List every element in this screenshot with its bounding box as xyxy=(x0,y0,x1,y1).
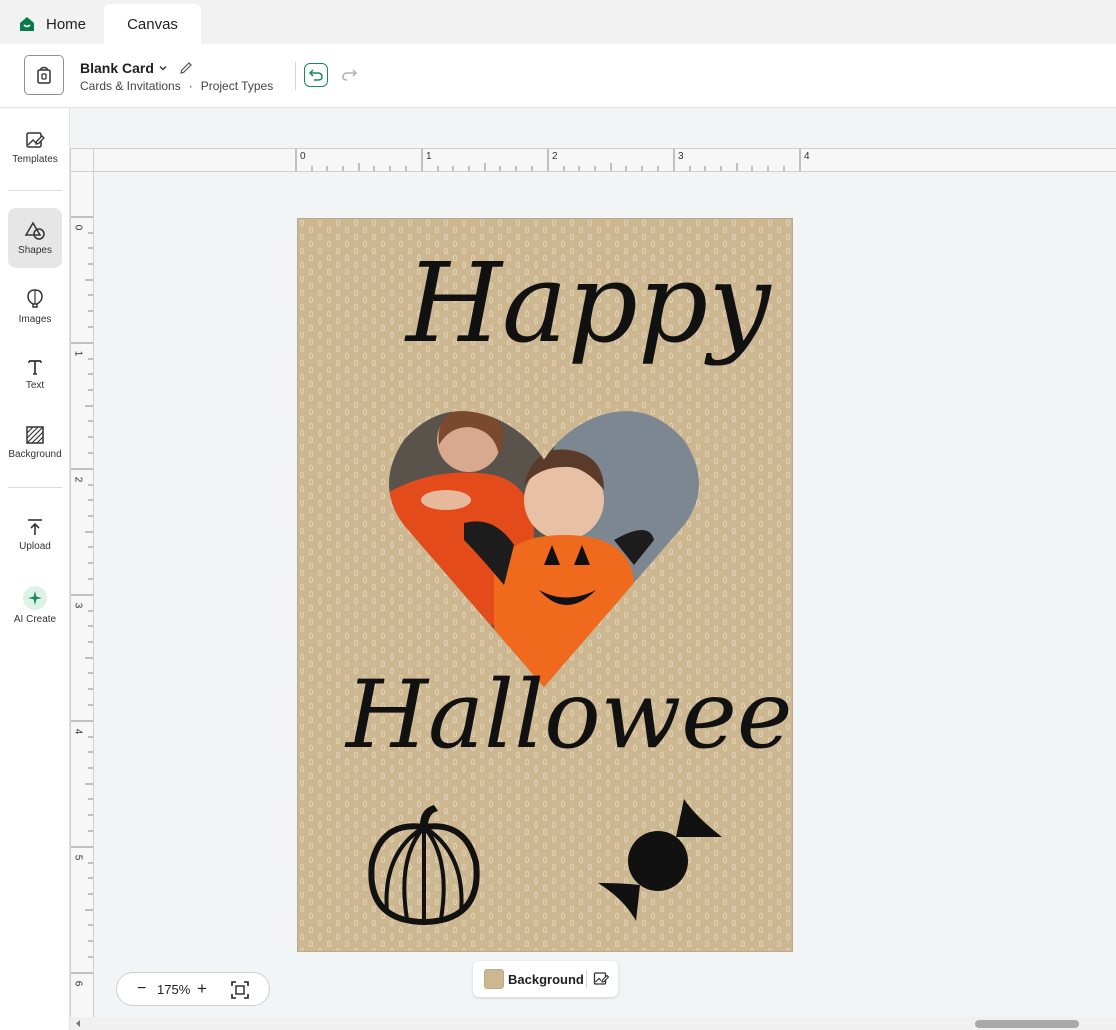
project-bag-icon xyxy=(37,66,51,84)
breadcrumb-separator: · xyxy=(188,79,193,93)
ruler-left-label: 0 xyxy=(72,224,84,231)
tab-canvas-label: Canvas xyxy=(127,15,178,33)
scroll-left-icon[interactable] xyxy=(74,1019,82,1028)
tab-home-label: Home xyxy=(46,15,87,33)
redo-icon xyxy=(342,69,358,81)
undo-button[interactable] xyxy=(304,63,328,87)
sidebar-item-templates[interactable]: Templates xyxy=(8,117,62,177)
card-text-happy[interactable]: Happy xyxy=(406,239,770,367)
heart-photo-frame[interactable] xyxy=(384,405,704,689)
ruler-left-label: 1 xyxy=(72,350,84,357)
ruler-horizontal-ticks xyxy=(295,149,801,171)
edit-background-icon[interactable] xyxy=(593,971,609,987)
fit-to-screen-icon[interactable] xyxy=(230,980,250,1000)
chevron-down-icon[interactable] xyxy=(158,63,168,73)
sidebar-item-images[interactable]: Images xyxy=(8,276,62,336)
background-swatch xyxy=(484,969,504,989)
project-menu-button[interactable] xyxy=(24,55,64,95)
breadcrumb-category[interactable]: Cards & Invitations xyxy=(80,79,181,93)
background-icon xyxy=(26,425,44,444)
sidebar-item-shapes[interactable]: Shapes xyxy=(8,208,62,268)
candy-graphic[interactable] xyxy=(596,797,726,923)
project-header: Blank Card Cards & Invitations · Project… xyxy=(0,44,1116,108)
tab-home[interactable]: Home xyxy=(18,4,86,44)
ruler-top-label: 2 xyxy=(552,151,558,162)
sidebar-item-background[interactable]: Background xyxy=(8,412,62,472)
images-icon xyxy=(27,288,43,308)
sidebar-item-label: Templates xyxy=(12,153,58,165)
horizontal-scrollbar[interactable] xyxy=(70,1017,1116,1030)
ruler-vertical-ticks xyxy=(71,216,93,974)
background-chip[interactable]: Background xyxy=(473,961,618,997)
shapes-icon xyxy=(24,221,45,240)
ruler-top-label: 4 xyxy=(804,151,810,162)
chip-divider xyxy=(586,970,587,988)
horizontal-scroll-thumb[interactable] xyxy=(975,1020,1079,1028)
sidebar-divider xyxy=(8,190,62,191)
text-icon xyxy=(28,359,42,375)
ruler-top-label: 0 xyxy=(300,151,306,162)
card-text-halloween[interactable]: Halloween xyxy=(346,661,792,770)
zoom-in-button[interactable]: + xyxy=(197,979,207,999)
templates-icon xyxy=(26,131,45,148)
sidebar-item-label: AI Create xyxy=(13,613,57,625)
zoom-control: − 175% + xyxy=(116,972,270,1006)
ruler-left-label: 4 xyxy=(72,728,84,735)
home-icon xyxy=(20,17,34,31)
breadcrumb: Cards & Invitations · Project Types xyxy=(80,79,273,93)
ruler-top-label: 3 xyxy=(678,151,684,162)
undo-icon xyxy=(308,69,323,81)
ruler-left-label: 6 xyxy=(72,980,84,987)
ruler-left-label: 2 xyxy=(72,476,84,483)
ruler-corner xyxy=(70,148,94,172)
project-name[interactable]: Blank Card xyxy=(80,60,194,76)
sidebar-divider xyxy=(8,487,62,488)
tab-bar: Home Canvas xyxy=(0,0,1116,44)
breadcrumb-project-types[interactable]: Project Types xyxy=(201,79,273,93)
upload-icon xyxy=(28,518,42,535)
header-divider xyxy=(295,62,296,90)
sidebar-item-label: Images xyxy=(18,313,52,325)
redo-button[interactable] xyxy=(337,63,361,87)
left-sidebar: Templates Shapes Images Text Background xyxy=(0,109,70,1030)
sidebar-item-upload[interactable]: Upload xyxy=(8,504,62,564)
sidebar-item-label: Background xyxy=(8,448,62,460)
pumpkin-graphic[interactable] xyxy=(362,803,486,927)
sidebar-item-text[interactable]: Text xyxy=(8,344,62,404)
edit-pencil-icon[interactable] xyxy=(178,60,194,76)
project-name-label: Blank Card xyxy=(80,60,154,76)
ruler-horizontal[interactable]: 0 1 2 3 4 xyxy=(94,148,1116,172)
ruler-vertical[interactable]: 0 1 2 3 4 5 6 xyxy=(70,172,94,1017)
zoom-out-button[interactable]: − xyxy=(137,980,146,998)
ai-create-icon xyxy=(23,585,47,610)
sidebar-item-label: Upload xyxy=(19,540,51,552)
sidebar-item-ai-create[interactable]: AI Create xyxy=(8,575,62,635)
ruler-left-label: 5 xyxy=(72,854,84,861)
ruler-left-label: 3 xyxy=(72,602,84,609)
tab-canvas[interactable]: Canvas xyxy=(104,4,201,44)
ruler-top-label: 1 xyxy=(426,151,432,162)
sidebar-item-label: Text xyxy=(25,379,45,391)
card-artboard[interactable]: Happy Halloween xyxy=(297,218,793,952)
sidebar-item-label: Shapes xyxy=(18,244,52,256)
zoom-level[interactable]: 175% xyxy=(157,982,190,997)
background-chip-label: Background xyxy=(508,972,584,987)
